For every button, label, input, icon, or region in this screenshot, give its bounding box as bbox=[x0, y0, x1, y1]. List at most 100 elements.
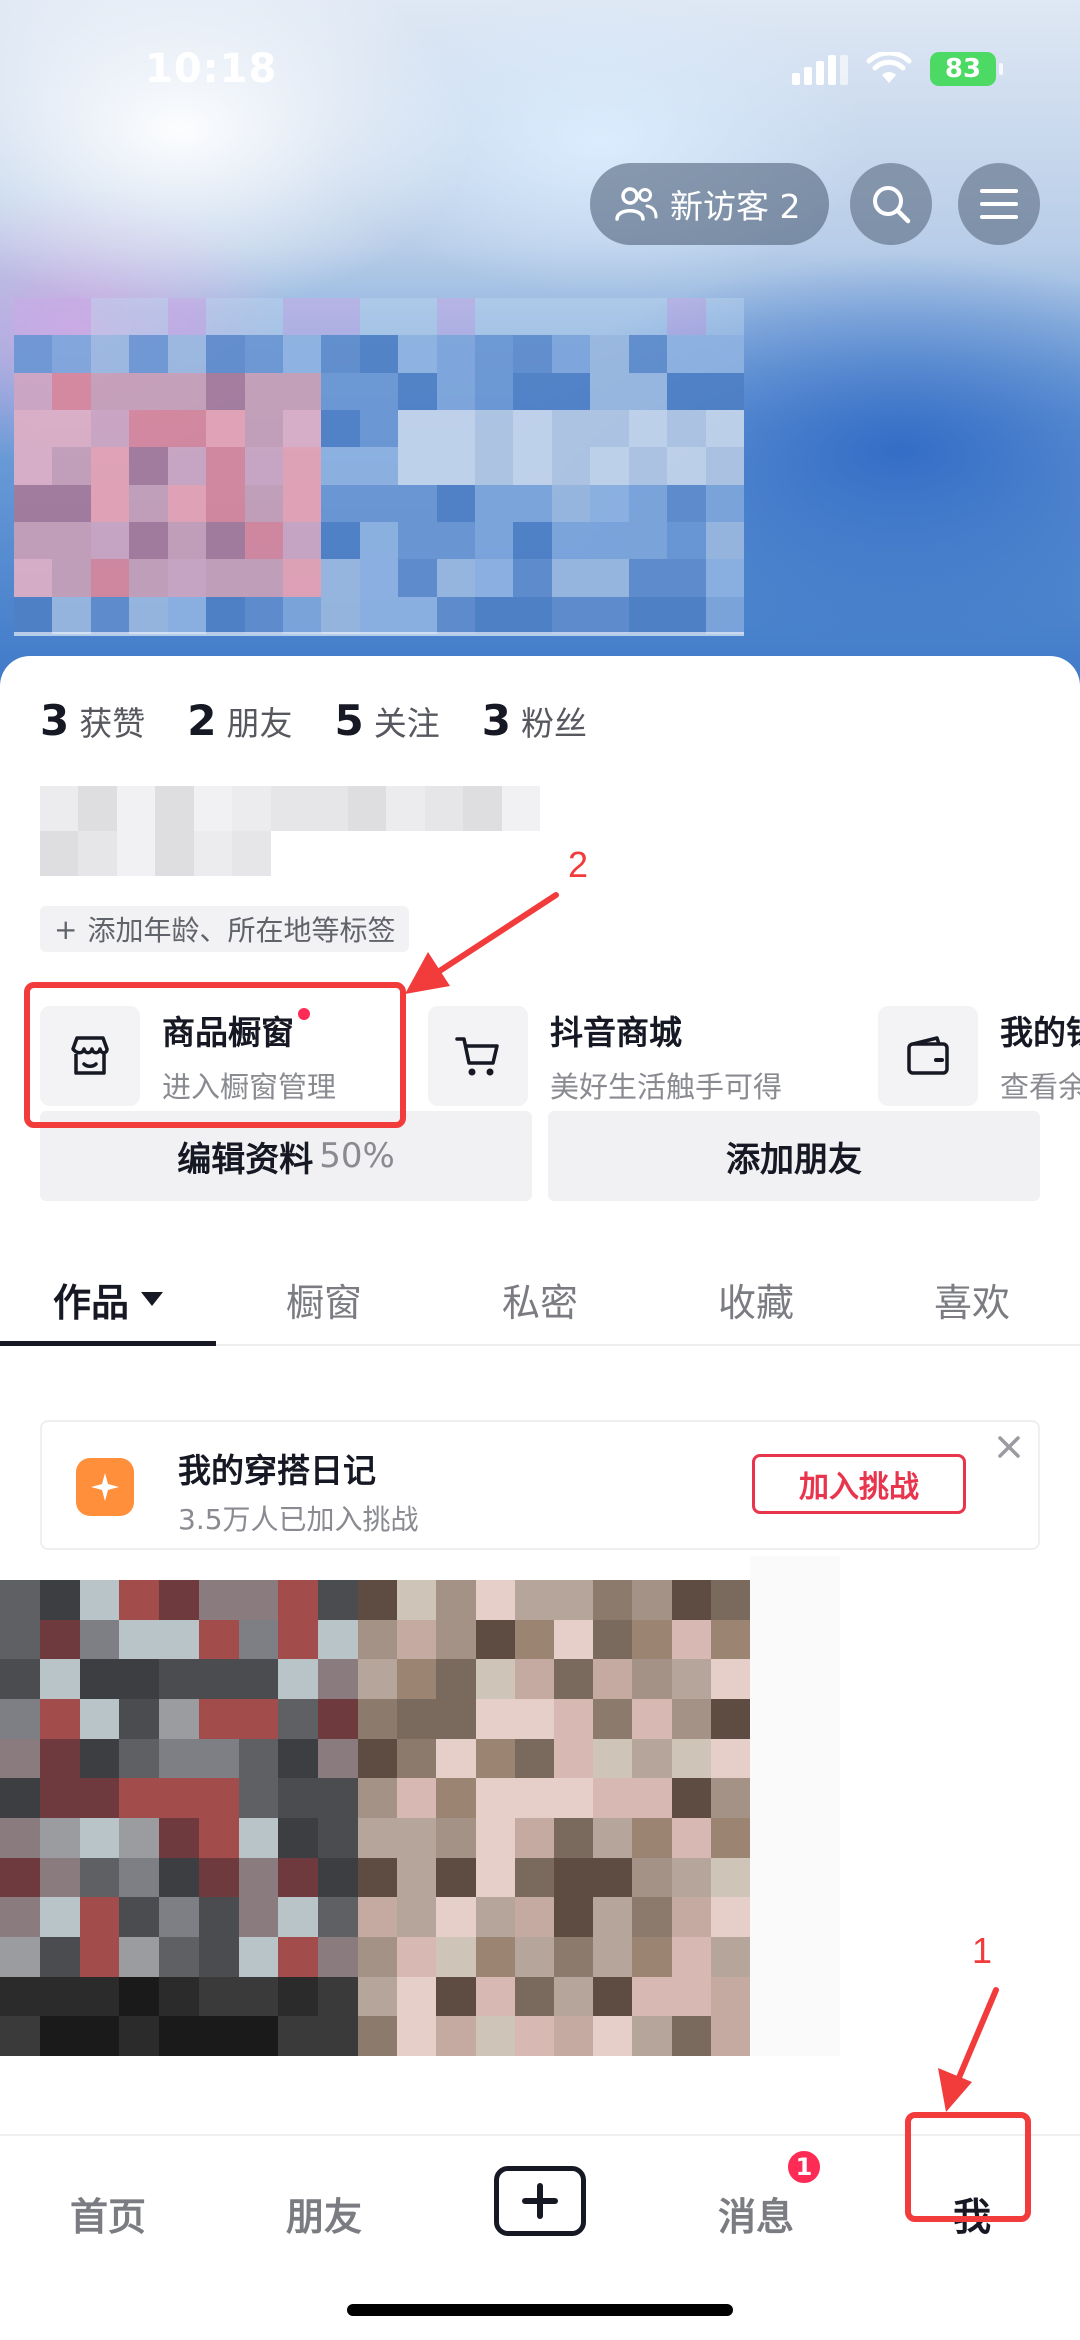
mosaic-pixel bbox=[667, 596, 706, 634]
mosaic-pixel bbox=[632, 1818, 672, 1858]
mosaic-pixel bbox=[167, 409, 207, 448]
mosaic-pixel bbox=[206, 372, 245, 410]
mosaic-pixel bbox=[119, 1857, 160, 1898]
mosaic-pixel bbox=[475, 298, 514, 336]
mosaic-pixel bbox=[671, 1738, 711, 1779]
tab-private[interactable]: 私密 bbox=[432, 1254, 648, 1344]
mosaic-pixel bbox=[39, 1619, 80, 1660]
mosaic-pixel bbox=[358, 1897, 398, 1937]
mosaic-pixel bbox=[358, 1937, 398, 1977]
tab-works[interactable]: 作品 bbox=[0, 1254, 216, 1346]
mosaic-pixel bbox=[90, 521, 130, 560]
mosaic-pixel bbox=[667, 447, 706, 485]
mosaic-pixel bbox=[710, 2016, 750, 2056]
mosaic-pixel bbox=[436, 298, 476, 336]
menu-icon bbox=[980, 189, 1018, 219]
video-thumbnail[interactable] bbox=[358, 1580, 750, 2056]
mosaic-pixel bbox=[397, 1818, 437, 1858]
mosaic-pixel bbox=[129, 409, 168, 448]
mosaic-pixel bbox=[198, 1976, 239, 2017]
mosaic-pixel bbox=[206, 335, 245, 373]
new-visitors-button[interactable]: 新访客 2 bbox=[590, 163, 829, 245]
stat-label: 获赞 bbox=[79, 704, 146, 743]
mosaic-pixel bbox=[39, 1738, 80, 1779]
mosaic-pixel bbox=[90, 596, 130, 634]
mosaic-pixel bbox=[514, 1976, 554, 2017]
menu-button[interactable] bbox=[958, 163, 1040, 245]
mosaic-pixel bbox=[358, 1976, 398, 2017]
nav-messages[interactable]: 消息 bbox=[648, 2186, 864, 2241]
mosaic-pixel bbox=[436, 1738, 476, 1779]
mosaic-pixel bbox=[667, 335, 706, 373]
create-button[interactable] bbox=[494, 2166, 586, 2236]
mosaic-pixel bbox=[193, 786, 233, 831]
mosaic-pixel bbox=[671, 1937, 711, 1977]
card-douyin-mall[interactable]: 抖音商城 美好生活触手可得 bbox=[428, 1001, 782, 1111]
video-thumbnail[interactable] bbox=[0, 1580, 358, 2056]
mosaic-pixel bbox=[593, 2016, 633, 2056]
mosaic-pixel bbox=[318, 1897, 358, 1937]
mosaic-pixel bbox=[632, 1580, 672, 1620]
tab-likes[interactable]: 喜欢 bbox=[864, 1254, 1080, 1344]
mosaic-pixel bbox=[628, 372, 668, 410]
stat-likes[interactable]: 3 获赞 bbox=[40, 696, 145, 745]
mosaic-pixel bbox=[321, 521, 360, 560]
mosaic-pixel bbox=[436, 1897, 476, 1937]
search-icon bbox=[873, 186, 911, 224]
mosaic-pixel bbox=[14, 559, 53, 597]
message-badge: 1 bbox=[785, 2148, 823, 2186]
mosaic-pixel bbox=[318, 1580, 358, 1620]
annotation-number-2: 2 bbox=[568, 844, 589, 885]
mosaic-pixel bbox=[119, 1897, 160, 1937]
mosaic-pixel bbox=[0, 1976, 40, 2017]
mosaic-pixel bbox=[159, 1619, 199, 1660]
search-button[interactable] bbox=[850, 163, 932, 245]
mosaic-pixel bbox=[159, 1580, 199, 1620]
cart-icon bbox=[455, 1037, 499, 1076]
tab-favorites[interactable]: 收藏 bbox=[648, 1254, 864, 1344]
mosaic-pixel bbox=[551, 447, 591, 485]
join-challenge-button[interactable]: 加入挑战 bbox=[752, 1454, 966, 1514]
mosaic-pixel bbox=[436, 1976, 476, 2017]
mosaic-pixel bbox=[206, 484, 245, 522]
mosaic-pixel bbox=[359, 596, 399, 634]
mosaic-pixel bbox=[206, 521, 245, 560]
mosaic-pixel bbox=[359, 335, 399, 373]
stat-followers[interactable]: 3 粉丝 bbox=[482, 696, 587, 745]
mosaic-pixel bbox=[278, 1619, 319, 1660]
mosaic-pixel bbox=[40, 831, 79, 876]
mosaic-pixel bbox=[710, 1619, 750, 1660]
mosaic-pixel bbox=[52, 409, 91, 448]
mosaic-pixel bbox=[0, 1818, 40, 1858]
close-icon[interactable] bbox=[994, 1432, 1024, 1462]
challenge-participants: 3.5万人已加入挑战 bbox=[178, 1503, 419, 1536]
mosaic-pixel bbox=[436, 1778, 476, 1818]
annotation-number-1: 1 bbox=[972, 1930, 993, 1971]
mosaic-pixel bbox=[119, 1699, 160, 1739]
mosaic-pixel bbox=[159, 1937, 199, 1977]
card-my-wallet[interactable]: 我的钱包 查看余额 bbox=[878, 1001, 1080, 1111]
stats-row: 3 获赞 2 朋友 5 关注 3 粉丝 bbox=[40, 696, 587, 745]
mosaic-pixel bbox=[436, 596, 476, 634]
challenge-card[interactable]: 我的穿搭日记 3.5万人已加入挑战 加入挑战 bbox=[40, 1420, 1040, 1550]
add-tags-chip[interactable]: + 添加年龄、所在地等标签 bbox=[40, 906, 410, 952]
mosaic-pixel bbox=[513, 409, 552, 448]
mosaic-pixel bbox=[710, 1937, 750, 1977]
annotation-box-showcase bbox=[24, 982, 406, 1128]
tab-showcase[interactable]: 橱窗 bbox=[216, 1254, 432, 1344]
mosaic-pixel bbox=[0, 1897, 40, 1937]
card-subtitle: 美好生活触手可得 bbox=[550, 1070, 783, 1104]
mosaic-pixel bbox=[14, 409, 53, 448]
nav-home[interactable]: 首页 bbox=[0, 2186, 216, 2241]
mosaic-pixel bbox=[397, 2016, 437, 2056]
mosaic-pixel bbox=[79, 1619, 120, 1660]
add-friend-button[interactable]: 添加朋友 bbox=[548, 1111, 1040, 1201]
mosaic-pixel bbox=[155, 786, 194, 831]
mosaic-pixel bbox=[632, 1857, 672, 1898]
stat-friends[interactable]: 2 朋友 bbox=[187, 696, 292, 745]
nav-friends[interactable]: 朋友 bbox=[216, 2186, 432, 2241]
challenge-title: 我的穿搭日记 bbox=[178, 1451, 376, 1490]
banner-divider bbox=[14, 632, 744, 636]
stat-following[interactable]: 5 关注 bbox=[334, 696, 439, 745]
profile-banner[interactable] bbox=[0, 0, 1080, 700]
